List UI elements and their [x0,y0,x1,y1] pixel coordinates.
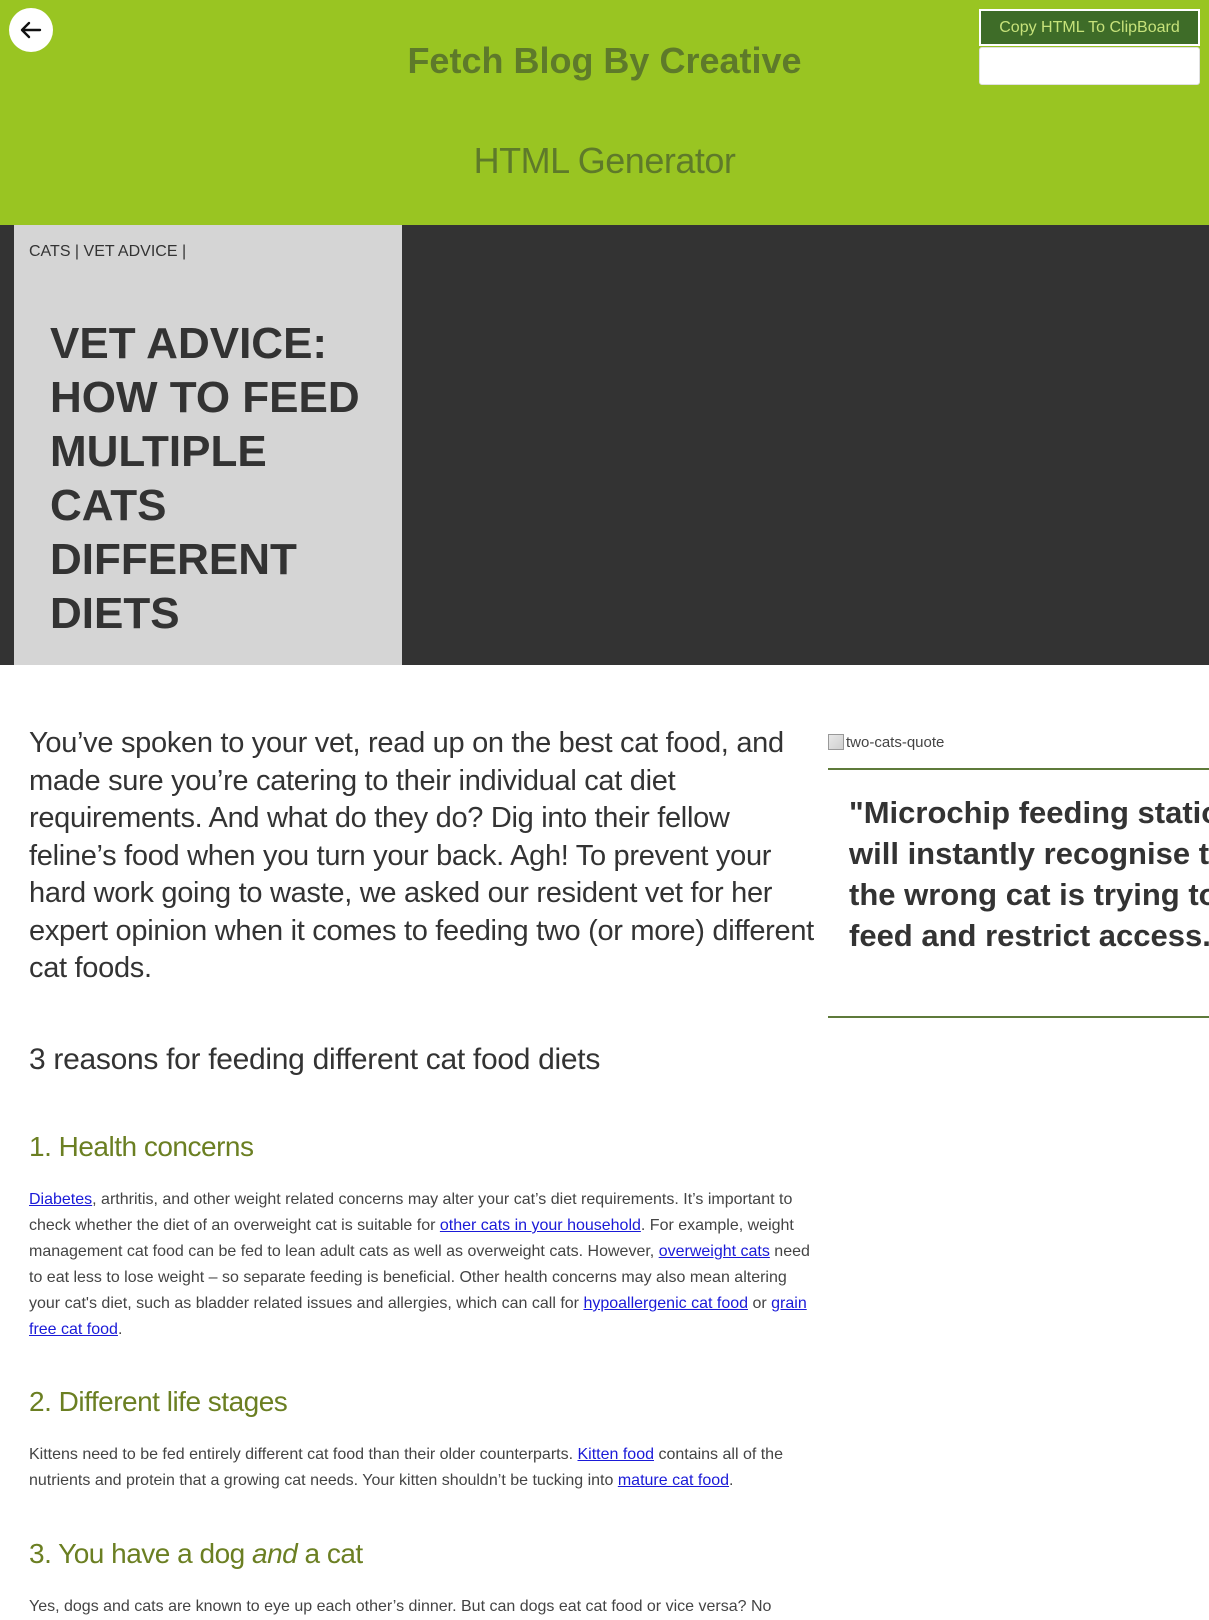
life-text-3: . [729,1472,734,1489]
health-concerns-paragraph: Diabetes, arthritis, and other weight re… [29,1187,819,1343]
html-output-field[interactable] [979,47,1200,85]
life-stages-heading: 2. Different life stages [29,1386,288,1417]
article-intro: You’ve spoken to your vet, read up on th… [29,727,814,984]
arrow-left-icon [20,21,42,39]
image-alt-text: two-cats-quote [846,733,945,751]
site-header: Fetch Blog By Creative HTML Generator Co… [0,0,1209,225]
category-breadcrumb: CATS | VET ADVICE | [29,243,187,260]
health-text-4: or [748,1295,772,1312]
dog-heading-em: and [252,1538,298,1569]
dog-and-cat-heading: 3. You have a dog and a cat [29,1538,363,1570]
other-cats-link[interactable]: other cats in your household [440,1217,641,1234]
dog-and-cat-paragraph: Yes, dogs and cats are known to eye up e… [29,1598,772,1615]
overweight-cats-link[interactable]: overweight cats [659,1243,770,1260]
article-body: You’ve spoken to your vet, read up on th… [29,725,819,1615]
dog-heading-post: a cat [297,1538,363,1569]
pull-quote: "Microchip feeding stations will instant… [828,768,1209,1018]
health-concerns-heading: 1. Health concerns [29,1131,254,1162]
kitten-food-link[interactable]: Kitten food [578,1446,655,1463]
pull-quote-text: "Microchip feeding stations will instant… [849,795,1209,953]
site-subtitle: HTML Generator [473,140,736,181]
hero-title-panel: CATS | VET ADVICE | VET ADVICE: HOW TO F… [14,225,402,665]
life-text-1: Kittens need to be fed entirely differen… [29,1446,578,1463]
hero-banner: CATS | VET ADVICE | VET ADVICE: HOW TO F… [0,225,1209,665]
article-title: VET ADVICE: HOW TO FEED MULTIPLE CATS DI… [50,319,360,638]
dog-heading-pre: 3. You have a dog [29,1538,252,1569]
two-cats-quote-image: two-cats-quote [828,730,1209,754]
section-heading: 3 reasons for feeding different cat food… [29,1043,601,1076]
sidebar: two-cats-quote "Microchip feeding statio… [828,730,1209,1018]
copy-html-button[interactable]: Copy HTML To ClipBoard [979,9,1200,46]
hypoallergenic-link[interactable]: hypoallergenic cat food [583,1295,748,1312]
broken-image-icon [828,734,844,750]
health-text-5: . [117,1321,123,1338]
diabetes-link[interactable]: Diabetes [29,1191,92,1208]
life-stages-paragraph: Kittens need to be fed entirely differen… [29,1442,819,1494]
mature-cat-food-link[interactable]: mature cat food [618,1472,729,1489]
